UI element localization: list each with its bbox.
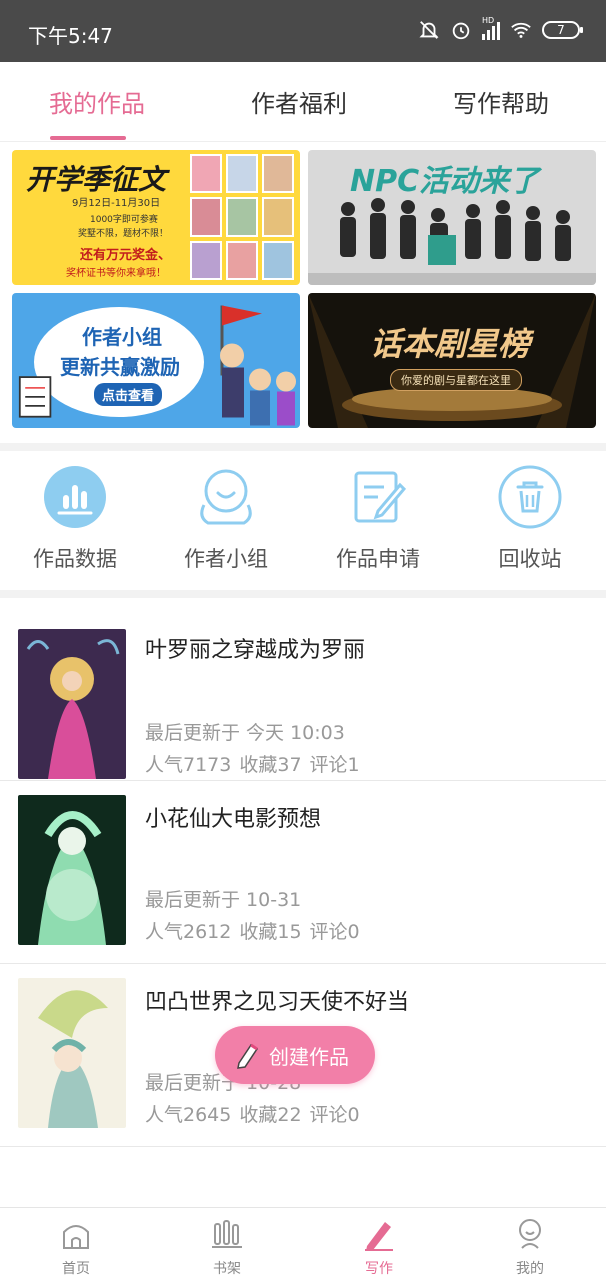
tab-author-benefits[interactable]: 作者福利 xyxy=(251,84,347,119)
function-shortcuts: 作品数据 作者小组 作品申请 回收站 xyxy=(0,451,606,590)
nav-bookshelf-label: 书架 xyxy=(213,1261,241,1277)
group-icon xyxy=(200,469,252,525)
clipboard-icon xyxy=(18,376,52,418)
mute-bell-icon xyxy=(419,21,439,39)
battery-icon: 7 xyxy=(542,21,583,39)
trash-icon xyxy=(498,465,562,529)
work-stats: 人气2612 收藏15 评论0 xyxy=(145,917,368,944)
work-updated: 最后更新于 今天 10:03 xyxy=(145,722,345,744)
alarm-icon xyxy=(452,22,470,40)
bar-chart-icon xyxy=(44,466,106,528)
group-photo-illustration xyxy=(308,198,596,285)
bottom-navigation: 首页 书架 写作 我的 xyxy=(0,1207,606,1280)
banner-title: NPC活动来了 xyxy=(350,164,540,199)
recycle-bin-button[interactable]: 回收站 xyxy=(470,465,590,573)
works-data-button[interactable]: 作品数据 xyxy=(15,465,135,573)
work-title: 小花仙大电影预想 xyxy=(145,807,322,832)
active-tab-indicator xyxy=(50,136,126,140)
banner-cta-button: 点击查看 xyxy=(94,383,163,406)
banner-grid: 开学季征文 9月12日-11月30日 1000字即可参赛 奖墅不限，题材不限！ … xyxy=(0,143,606,443)
work-popularity: 人气2645 xyxy=(145,1104,232,1126)
author-group-label: 作者小组 xyxy=(184,547,268,571)
work-title: 叶罗丽之穿越成为罗丽 xyxy=(145,638,366,663)
status-bar: 下午5:47 HD 7 xyxy=(0,0,606,62)
top-tabs: 我的作品 作者福利 写作帮助 xyxy=(0,62,606,142)
people-illustration xyxy=(220,305,296,426)
work-updated: 最后更新于 10-31 xyxy=(145,889,302,911)
work-item[interactable]: 叶罗丽之穿越成为罗丽 最后更新于 今天 10:03 人气7173 收藏37 评论1 xyxy=(0,598,606,781)
hd-signal-icon: HD xyxy=(482,16,500,40)
banner-subtitle: 你爱的剧与星都在这里 xyxy=(390,369,522,391)
recycle-bin-label: 回收站 xyxy=(498,547,562,571)
status-icons: HD 7 xyxy=(418,16,583,41)
banner-photos xyxy=(190,154,294,280)
banner-text: 1000字即可参赛 xyxy=(90,215,158,225)
create-work-button[interactable]: 创建作品 xyxy=(215,1026,375,1084)
banner-text: 奖杯证书等你来拿哦！ xyxy=(66,268,166,279)
work-comments: 评论1 xyxy=(309,754,360,776)
author-group-button[interactable]: 作者小组 xyxy=(166,465,286,573)
banner-text: 还有万元奖金、 xyxy=(80,248,172,263)
tab-writing-help[interactable]: 写作帮助 xyxy=(453,84,549,119)
work-title: 凹凸世界之见习天使不好当 xyxy=(145,990,410,1015)
banner-back-to-school-contest[interactable]: 开学季征文 9月12日-11月30日 1000字即可参赛 奖墅不限，题材不限！ … xyxy=(12,150,300,285)
work-popularity: 人气2612 xyxy=(145,921,232,943)
works-data-label: 作品数据 xyxy=(33,547,117,571)
banner-npc-event[interactable]: NPC活动来了 xyxy=(308,150,596,285)
banner-subtitle: 更新共赢激励 xyxy=(60,355,180,379)
home-icon xyxy=(63,1225,89,1249)
works-apply-button[interactable]: 作品申请 xyxy=(318,465,438,573)
nav-write-label: 写作 xyxy=(365,1261,393,1277)
work-favorites: 收藏22 xyxy=(239,1104,302,1126)
work-cover-image xyxy=(18,795,126,945)
section-divider xyxy=(0,590,606,598)
tab-my-works[interactable]: 我的作品 xyxy=(49,84,145,119)
section-divider xyxy=(0,443,606,451)
nav-mine[interactable]: 我的 xyxy=(490,1216,570,1278)
work-cover-image xyxy=(18,978,126,1128)
banner-title: 开学季征文 xyxy=(26,163,167,196)
nav-bookshelf[interactable]: 书架 xyxy=(187,1216,267,1278)
work-stats: 人气2645 收藏22 评论0 xyxy=(145,1100,368,1127)
work-favorites: 收藏37 xyxy=(239,754,302,776)
nav-write[interactable]: 写作 xyxy=(339,1216,419,1278)
pen-icon xyxy=(365,1222,393,1251)
bookshelf-icon xyxy=(212,1220,242,1248)
nav-home[interactable]: 首页 xyxy=(36,1216,116,1278)
work-cover-image xyxy=(18,629,126,779)
work-comments: 评论0 xyxy=(309,921,360,943)
create-work-label: 创建作品 xyxy=(269,1044,349,1069)
edit-document-icon xyxy=(354,471,407,523)
work-favorites: 收藏15 xyxy=(239,921,302,943)
wifi-icon xyxy=(511,22,531,38)
banner-text: 奖墅不限，题材不限！ xyxy=(78,229,169,239)
banner-title: 话本剧星榜 xyxy=(370,325,531,363)
hd-badge: HD xyxy=(482,16,495,25)
nav-home-label: 首页 xyxy=(62,1261,90,1277)
works-apply-label: 作品申请 xyxy=(336,547,420,571)
work-comments: 评论0 xyxy=(309,1104,360,1126)
nav-mine-label: 我的 xyxy=(516,1261,544,1277)
banner-author-group[interactable]: 作者小组 更新共赢激励 点击查看 xyxy=(12,293,300,428)
status-time: 下午5:47 xyxy=(28,24,113,48)
banner-drama-star-ranking[interactable]: 话本剧星榜 你爱的剧与星都在这里 xyxy=(308,293,596,428)
pencil-icon xyxy=(237,1043,259,1069)
banner-title: 作者小组 xyxy=(82,325,162,349)
banner-dates: 9月12日-11月30日 xyxy=(72,198,161,209)
profile-icon xyxy=(519,1219,541,1249)
work-item[interactable]: 小花仙大电影预想 最后更新于 10-31 人气2612 收藏15 评论0 xyxy=(0,781,606,964)
work-stats: 人气7173 收藏37 评论1 xyxy=(145,750,368,777)
work-popularity: 人气7173 xyxy=(145,754,232,776)
